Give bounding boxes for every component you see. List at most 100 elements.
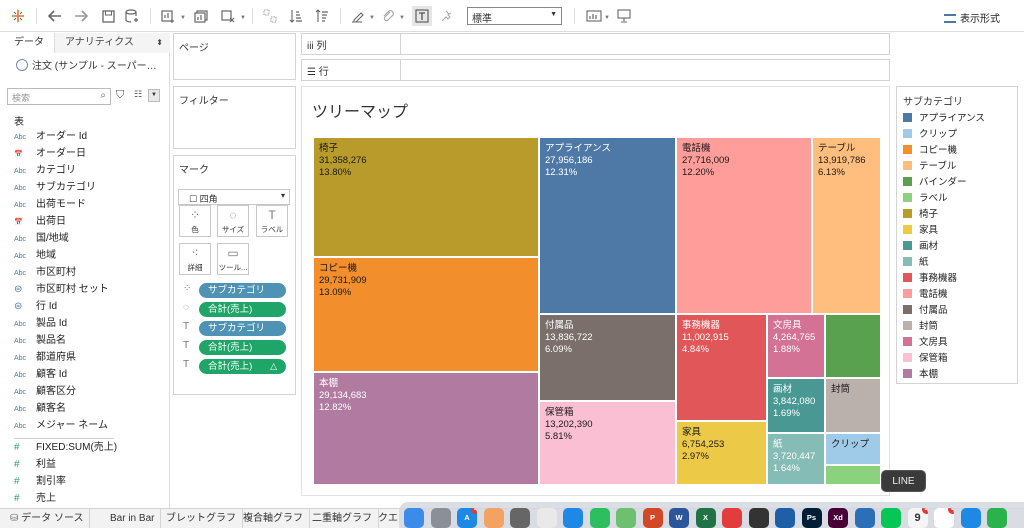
marks-tooltip-button[interactable]: ▭ ツール...: [217, 243, 249, 275]
treemap-cell[interactable]: クリップ: [825, 433, 881, 465]
field-item[interactable]: Abc オーダー Id: [14, 128, 87, 145]
treemap-cell[interactable]: 紙 3,720,447 1.64%: [767, 433, 825, 485]
sheet-tab[interactable]: 二重軸グラフ: [306, 509, 379, 528]
marks-color-button[interactable]: ⁘ 色: [179, 205, 211, 237]
worker-presentation-icon[interactable]: [584, 6, 604, 26]
calendar-icon[interactable]: 91: [907, 508, 928, 528]
sort-descending-icon[interactable]: [312, 6, 332, 26]
columns-shelf[interactable]: iii 列: [301, 33, 890, 55]
field-item[interactable]: ⊜ 行 Id: [14, 298, 57, 315]
launchpad-icon[interactable]: [430, 508, 451, 528]
treemap-cell[interactable]: [825, 465, 881, 485]
rows-shelf[interactable]: ☰ 行: [301, 59, 890, 81]
field-item[interactable]: # FIXED:SUM(売上): [14, 439, 117, 456]
treemap-cell[interactable]: 椅子 31,358,276 13.80%: [313, 137, 539, 257]
presentation-mode-icon[interactable]: [614, 6, 634, 26]
powerpoint-icon[interactable]: P: [642, 508, 663, 528]
legend-item[interactable]: アプライアンス: [903, 111, 985, 127]
legend-item[interactable]: バインダー: [903, 175, 967, 191]
terminal-icon[interactable]: [748, 508, 769, 528]
new-sheet-icon[interactable]: [158, 6, 178, 26]
mail-icon[interactable]: [960, 508, 981, 528]
field-item[interactable]: Abc 市区町村: [14, 264, 76, 281]
field-item[interactable]: # 売上: [14, 490, 56, 507]
show-me-button[interactable]: 表示形式: [944, 10, 1000, 25]
treemap-cell[interactable]: コピー機 29,731,909 13.09%: [313, 257, 539, 372]
field-item[interactable]: Abc 製品名: [14, 332, 66, 349]
field-item[interactable]: 📅 出荷日: [14, 213, 66, 230]
field-item[interactable]: ⊜ 市区町村 セット: [14, 281, 109, 298]
duplicate-sheet-icon[interactable]: [191, 6, 211, 26]
tab-analytics[interactable]: アナリティクス ⬍: [55, 33, 170, 53]
field-item[interactable]: Abc 都道府県: [14, 349, 76, 366]
clear-sheet-icon[interactable]: [218, 6, 238, 26]
datasource-item[interactable]: 注文 (サンプル - スーパー…: [16, 57, 157, 72]
field-item[interactable]: # 割引率: [14, 473, 66, 490]
pages-card[interactable]: ページ: [173, 33, 296, 80]
legend-item[interactable]: 家具: [903, 223, 938, 239]
marks-pill[interactable]: 合計(売上): [199, 302, 286, 317]
treemap-cell[interactable]: [825, 314, 881, 378]
treemap-cell[interactable]: テーブル 13,919,786 6.13%: [812, 137, 881, 314]
app-store-icon[interactable]: A5: [457, 508, 477, 528]
redo-icon[interactable]: [71, 6, 91, 26]
fix-axes-icon[interactable]: [437, 6, 457, 26]
evernote-icon[interactable]: [589, 508, 610, 528]
tableau-icon[interactable]: [775, 508, 795, 528]
field-item[interactable]: Abc 製品 Id: [14, 315, 67, 332]
legend-item[interactable]: 紙: [903, 255, 929, 271]
marks-pill[interactable]: サブカテゴリ: [199, 321, 286, 336]
field-search-input[interactable]: 検索 ⌕: [7, 88, 111, 105]
player-icon[interactable]: [722, 508, 742, 528]
chrome-icon[interactable]: [510, 508, 530, 528]
legend-item[interactable]: 電話機: [903, 287, 948, 303]
safari-icon[interactable]: [563, 508, 583, 528]
treemap-cell[interactable]: 画材 3,842,080 1.69%: [767, 378, 825, 433]
treemap-cell[interactable]: アプライアンス 27,956,186 12.31%: [539, 137, 676, 314]
marks-detail-button[interactable]: ⁖ 詳細: [179, 243, 211, 275]
treemap-cell[interactable]: 本棚 29,134,683 12.82%: [313, 372, 539, 485]
legend-item[interactable]: 付属品: [903, 303, 948, 319]
excel-icon[interactable]: X: [695, 508, 716, 528]
photos-icon[interactable]: [483, 508, 504, 528]
tab-data[interactable]: データ: [0, 33, 55, 53]
legend-item[interactable]: 本棚: [903, 367, 938, 383]
legend-item[interactable]: 画材: [903, 239, 938, 255]
line-icon[interactable]: [881, 508, 901, 528]
treemap-cell[interactable]: 文房具 4,264,765 1.88%: [767, 314, 825, 378]
treemap-cell[interactable]: 保管箱 13,202,390 5.81%: [539, 401, 676, 485]
field-item[interactable]: Abc 地域: [14, 247, 56, 264]
sheet-tab[interactable]: 複合軸グラフ: [237, 509, 310, 528]
undo-icon[interactable]: [45, 6, 65, 26]
marks-pill[interactable]: 合計(売上): [199, 340, 286, 355]
marks-size-button[interactable]: ◌ サイズ: [217, 205, 249, 237]
legend-item[interactable]: コピー機: [903, 143, 957, 159]
legend-item[interactable]: 文房具: [903, 335, 948, 351]
field-item[interactable]: Abc 出荷モード: [14, 196, 86, 213]
swap-icon[interactable]: [260, 6, 280, 26]
filter-icon[interactable]: ⛉: [116, 89, 124, 102]
field-item[interactable]: Abc 顧客名: [14, 400, 66, 417]
new-datasource-icon[interactable]: [122, 6, 142, 26]
treemap-cell[interactable]: 事務機器 11,002,915 4.84%: [676, 314, 767, 421]
treemap-cell[interactable]: 付属品 13,836,722 6.09%: [539, 314, 676, 401]
chevron-down-icon[interactable]: ▼: [148, 89, 160, 102]
marks-pill[interactable]: 合計(売上) △: [199, 359, 286, 374]
sheet-tab[interactable]: ブレットグラフ: [160, 509, 243, 528]
treemap-cell[interactable]: 家具 6,754,253 2.97%: [676, 421, 767, 485]
highlight-icon[interactable]: [348, 6, 368, 26]
textedit-icon[interactable]: [536, 508, 557, 528]
fit-select[interactable]: 標準 ▼: [467, 7, 562, 25]
legend-item[interactable]: 事務機器: [903, 271, 957, 287]
mark-type-select[interactable]: ☐ 四角 ▾: [178, 189, 290, 205]
maps-icon[interactable]: [616, 508, 636, 528]
view-list-icon[interactable]: ☷: [134, 89, 142, 100]
photoshop-icon[interactable]: Ps: [801, 508, 822, 528]
marks-label-button[interactable]: T ラベル: [256, 205, 288, 237]
field-item[interactable]: Abc 顧客区分: [14, 383, 76, 400]
field-item[interactable]: Abc メジャー ネーム: [14, 417, 108, 434]
tableau-logo-icon[interactable]: [8, 6, 28, 26]
finder-icon[interactable]: [404, 508, 424, 528]
slack-icon[interactable]: 1: [934, 508, 954, 528]
show-labels-icon[interactable]: [412, 6, 432, 26]
